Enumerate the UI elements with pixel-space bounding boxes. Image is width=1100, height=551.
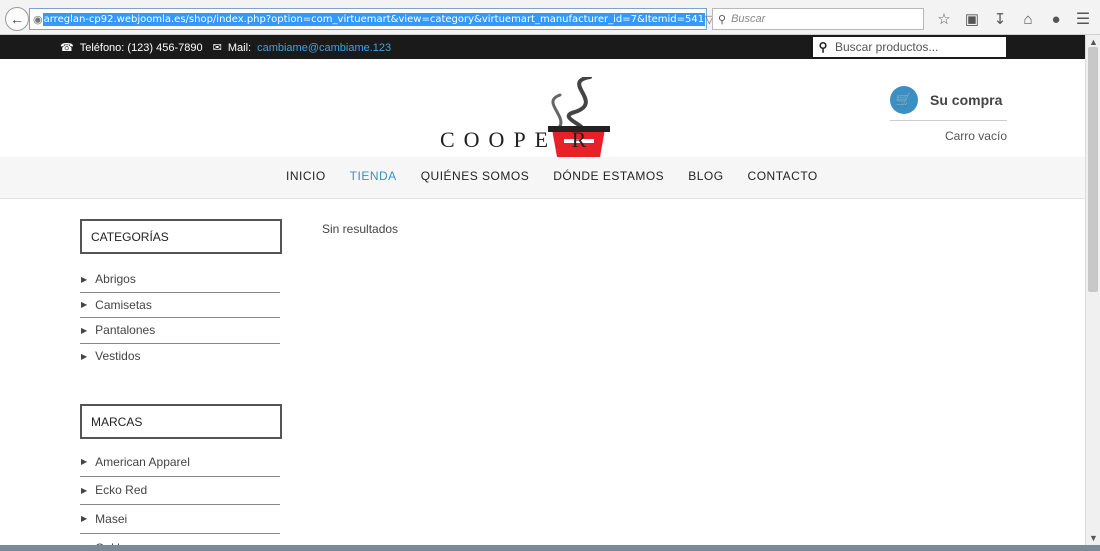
browser-toolbar: ← ◉ arreglan-cp92.webjoomla.es/shop/inde…: [0, 0, 1100, 35]
scroll-down-arrow-icon[interactable]: ▼: [1086, 533, 1100, 543]
nav-item-tienda[interactable]: TIENDA: [350, 169, 397, 183]
browser-search-placeholder: Buscar: [731, 13, 766, 25]
os-taskbar: [0, 545, 1100, 551]
logo-text: COOPE R: [440, 127, 596, 152]
brands-list: ▶American Apparel ▶Ecko Red ▶Masei ▶Oakl…: [80, 448, 282, 551]
page-scrollbar[interactable]: ▲ ▼: [1085, 35, 1100, 545]
search-icon: ⚲: [718, 13, 727, 26]
nav-item-contacto[interactable]: CONTACTO: [748, 169, 818, 183]
chat-icon[interactable]: ●: [1042, 8, 1070, 30]
download-icon[interactable]: ↧: [986, 8, 1014, 30]
caret-right-icon: ▶: [81, 514, 88, 524]
caret-right-icon: ▶: [81, 351, 88, 361]
mail-link[interactable]: cambiame@cambiame.123: [257, 42, 391, 54]
brand-item-ecko-red[interactable]: ▶ Ecko Red: [80, 477, 280, 505]
globe-icon: ◉: [33, 13, 43, 26]
mail-icon: ✉: [212, 42, 222, 54]
caret-right-icon: ▶: [81, 274, 88, 284]
scroll-thumb[interactable]: [1088, 47, 1098, 292]
no-results-message: Sin resultados: [322, 222, 399, 236]
nav-item-inicio[interactable]: INICIO: [286, 169, 326, 183]
category-item-vestidos[interactable]: ▶ Vestidos: [80, 344, 280, 370]
sidebar: CATEGORÍAS ▶ Abrigos ▶ Camisetas ▶ Pantalon…: [80, 219, 282, 551]
site-logo[interactable]: COOPE R: [440, 77, 640, 157]
back-arrow-icon[interactable]: ←: [5, 7, 29, 31]
caret-right-icon: ▶: [81, 300, 88, 310]
top-contact-bar: ☎ Teléfono: (123) 456-7890 ✉ Mail: cambi…: [0, 35, 1085, 59]
nav-item-donde-estamos[interactable]: DÓNDE ESTAMOS: [553, 169, 664, 183]
home-icon[interactable]: ⌂: [1014, 8, 1042, 30]
mail-label: Mail:: [227, 41, 252, 54]
nav-item-blog[interactable]: BLOG: [688, 169, 723, 183]
categories-list: ▶ Abrigos ▶ Camisetas ▶ Pantalones ▶ Vestido…: [80, 267, 282, 369]
categories-title: CATEGORÍAS: [80, 219, 282, 254]
category-item-abrigos[interactable]: ▶ Abrigos: [80, 267, 280, 293]
product-search-placeholder: Buscar productos...: [835, 40, 939, 54]
search-icon[interactable]: ⚲: [813, 37, 833, 57]
brands-title: MARCAS: [80, 404, 282, 439]
cart-module[interactable]: 🛒 Su compra Carro vacío: [890, 86, 1007, 143]
caret-right-icon: ▶: [81, 485, 88, 495]
main-navigation: INICIO TIENDA QUIÉNES SOMOS DÓNDE ESTAMO…: [0, 157, 1085, 199]
cart-status: Carro vacío: [944, 129, 1007, 143]
url-text[interactable]: arreglan-cp92.webjoomla.es/shop/index.ph…: [42, 12, 706, 26]
product-search-input[interactable]: ⚲ Buscar productos...: [813, 37, 1006, 57]
browser-search-input[interactable]: ⚲ Buscar: [712, 8, 924, 30]
category-item-camisetas[interactable]: ▶ Camisetas: [80, 293, 280, 318]
shopping-cart-icon[interactable]: 🛒: [890, 86, 918, 114]
phone-text: Teléfono: (123) 456-7890: [79, 41, 203, 54]
clipboard-icon[interactable]: ▣: [958, 8, 986, 30]
caret-right-icon: ▶: [81, 457, 88, 467]
address-bar[interactable]: ◉ arreglan-cp92.webjoomla.es/shop/index.…: [29, 8, 728, 30]
caret-right-icon: ▶: [81, 325, 88, 335]
site-header: COOPE R 🛒 Su compra Carro vacío: [0, 59, 1085, 157]
cart-title[interactable]: Su compra: [930, 92, 1002, 108]
star-bookmark-icon[interactable]: ☆: [930, 8, 958, 30]
hamburger-menu-icon[interactable]: ☰: [1072, 8, 1094, 30]
scroll-up-arrow-icon[interactable]: ▲: [1086, 37, 1100, 47]
nav-item-quienes-somos[interactable]: QUIÉNES SOMOS: [421, 169, 530, 183]
phone-icon: ☎: [60, 42, 74, 54]
brand-item-masei[interactable]: ▶ Masei: [80, 505, 280, 534]
category-item-pantalones[interactable]: ▶ Pantalones: [80, 318, 280, 344]
brand-item-american-apparel[interactable]: ▶ American Apparel: [80, 448, 280, 477]
